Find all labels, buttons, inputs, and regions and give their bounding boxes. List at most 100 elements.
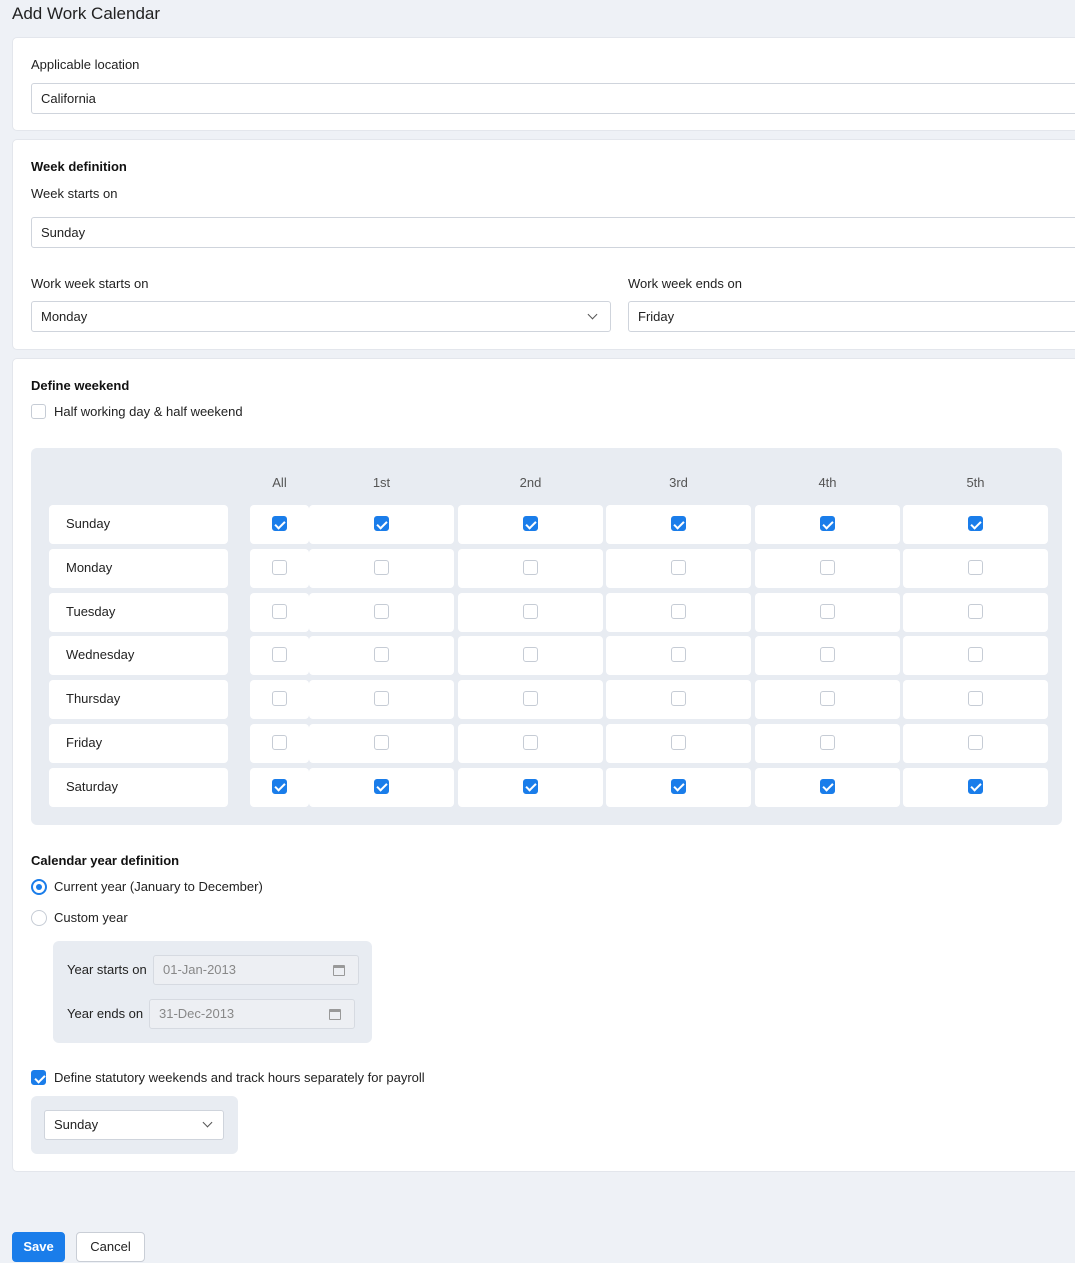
cancel-button[interactable]: Cancel [76,1232,145,1262]
work-week-starts-select[interactable]: Monday [31,301,611,332]
year-ends-field[interactable]: 31-Dec-2013 [149,999,355,1029]
weekend-cell [606,592,751,632]
location-select[interactable]: California [31,83,1075,114]
weekend-checkbox-sunday-4th[interactable] [819,516,835,531]
statutory-weekend-select[interactable]: Sunday [44,1110,224,1140]
weekend-cell [903,767,1048,807]
weekend-checkbox-saturday-5th[interactable] [967,778,983,794]
weekend-cell [309,680,454,720]
year-starts-value: 01-Jan-2013 [163,962,236,977]
weekend-checkbox-monday-1st[interactable] [373,559,389,575]
weekend-checkbox-thursday-4th[interactable] [819,691,835,707]
weekend-checkbox-sunday-2nd[interactable] [522,516,538,531]
weekend-cell [458,505,603,544]
weekend-checkbox-monday-5th[interactable] [967,559,983,575]
weekend-checkbox-tuesday-4th[interactable] [819,603,835,619]
work-week-starts-value: Monday [41,309,88,324]
weekend-checkbox-saturday-1st[interactable] [373,778,389,794]
statutory-weekend-checkbox[interactable] [31,1070,46,1085]
column-header-2nd: 2nd [519,475,542,490]
weekend-checkbox-sunday-5th[interactable] [967,516,983,531]
weekend-checkbox-sunday-1st[interactable] [373,516,389,531]
weekend-checkbox-wednesday-3rd[interactable] [670,647,686,663]
weekend-checkbox-friday-all[interactable] [271,735,287,750]
weekend-checkbox-monday-4th[interactable] [819,559,835,575]
year-ends-value: 31-Dec-2013 [159,1006,235,1021]
weekend-checkbox-friday-5th[interactable] [967,735,983,750]
weekend-checkbox-friday-2nd[interactable] [522,735,538,750]
weekend-checkbox-friday-1st[interactable] [373,735,389,750]
weekend-checkbox-saturday-3rd[interactable] [670,778,686,794]
weekend-cell [250,767,309,807]
weekend-cell [606,548,751,588]
weekend-checkbox-thursday-3rd[interactable] [670,691,686,707]
chevron-down-icon [587,309,598,320]
work-week-ends-select[interactable]: Friday [628,301,1075,332]
weekend-cell [755,767,900,807]
weekend-cell [250,592,309,632]
weekend-checkbox-tuesday-3rd[interactable] [670,603,686,619]
weekend-checkbox-saturday-all[interactable] [271,778,287,794]
weekend-cell [755,505,900,544]
day-label: Wednesday [66,647,135,663]
weekend-checkbox-monday-3rd[interactable] [670,559,686,575]
work-week-starts-label: Work week starts on [31,276,149,291]
week-definition-card: Week definition Week starts on Sunday Wo… [12,139,1075,350]
column-header-4th: 4th [818,475,837,490]
custom-year-panel: Year starts on 01-Jan-2013 Year ends on … [53,941,372,1043]
weekend-cell [250,636,309,676]
weekend-checkbox-sunday-all[interactable] [271,516,287,531]
weekend-checkbox-tuesday-all[interactable] [271,603,287,619]
weekend-checkbox-wednesday-5th[interactable] [967,647,983,663]
weekend-checkbox-tuesday-5th[interactable] [967,603,983,619]
weekend-checkbox-thursday-5th[interactable] [967,691,983,707]
weekend-cell [309,724,454,763]
column-header-1st: 1st [372,475,391,490]
day-label: Tuesday [66,603,116,619]
day-row-saturday: Saturday [49,767,228,807]
day-row-friday: Friday [49,724,228,763]
weekend-checkbox-saturday-4th[interactable] [819,778,835,794]
save-button[interactable]: Save [12,1232,65,1262]
weekend-cell [903,548,1048,588]
weekend-checkbox-thursday-all[interactable] [271,691,287,707]
half-day-checkbox[interactable] [31,404,46,419]
calendar-icon [329,1009,341,1020]
weekend-checkbox-tuesday-2nd[interactable] [522,603,538,619]
custom-year-radio[interactable] [31,910,47,926]
weekend-checkbox-wednesday-4th[interactable] [819,647,835,663]
week-starts-select[interactable]: Sunday [31,217,1075,248]
weekend-cell [250,505,309,544]
weekend-cell [903,724,1048,763]
weekend-checkbox-monday-2nd[interactable] [522,559,538,575]
weekend-checkbox-friday-3rd[interactable] [670,735,686,750]
weekend-checkbox-friday-4th[interactable] [819,735,835,750]
location-card: Applicable location California [12,37,1075,131]
define-weekend-title: Define weekend [31,378,130,393]
current-year-radio[interactable] [31,879,47,895]
weekend-checkbox-sunday-3rd[interactable] [670,516,686,531]
work-week-ends-label: Work week ends on [628,276,742,291]
weekend-checkbox-thursday-1st[interactable] [373,691,389,707]
weekend-cell [606,505,751,544]
weekend-cell [458,724,603,763]
weekend-cell [606,767,751,807]
weekend-cell [250,548,309,588]
weekend-checkbox-wednesday-1st[interactable] [373,647,389,663]
day-label: Sunday [66,516,111,531]
day-label: Friday [66,735,103,750]
weekend-checkbox-monday-all[interactable] [271,559,287,575]
weekend-checkbox-wednesday-all[interactable] [271,647,287,663]
weekend-checkbox-tuesday-1st[interactable] [373,603,389,619]
year-ends-label: Year ends on [67,1006,144,1021]
weekend-cell [309,636,454,676]
day-label: Saturday [66,778,119,794]
weekend-cell [458,592,603,632]
column-header-all: All [272,475,287,490]
weekend-checkbox-saturday-2nd[interactable] [522,778,538,794]
weekend-cell [309,592,454,632]
weekend-checkbox-thursday-2nd[interactable] [522,691,538,707]
year-starts-field[interactable]: 01-Jan-2013 [153,955,359,985]
weekend-checkbox-wednesday-2nd[interactable] [522,647,538,663]
weekend-cell [755,680,900,720]
